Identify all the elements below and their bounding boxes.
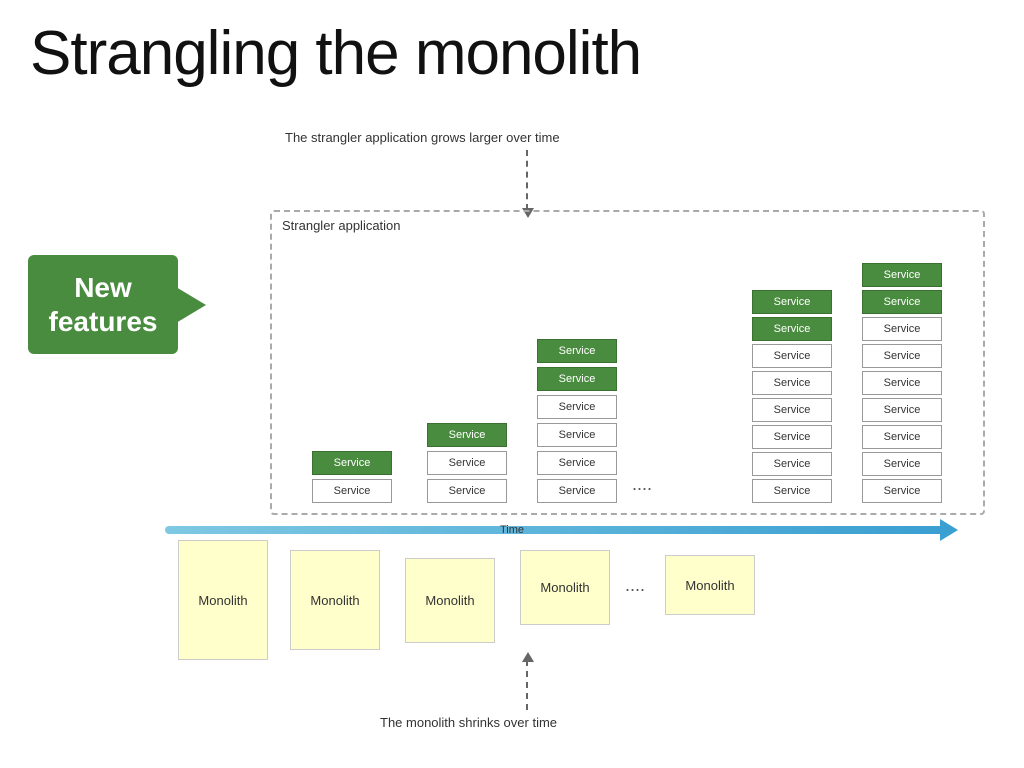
service-column-3: Service Service Service Service Service …	[537, 339, 617, 503]
service-box: Service	[862, 371, 942, 395]
service-box: Service	[537, 451, 617, 475]
service-box: Service	[862, 452, 942, 476]
time-arrow	[165, 516, 955, 536]
bottom-arrow	[526, 660, 528, 710]
time-arrow-line	[165, 526, 945, 534]
monolith-box-3: Monolith	[405, 558, 495, 643]
new-features-callout: Newfeatures	[28, 255, 178, 354]
service-box: Service	[752, 317, 832, 341]
service-box: Service	[427, 479, 507, 503]
service-box: Service	[752, 425, 832, 449]
monolith-box-5: Monolith	[665, 555, 755, 615]
service-box: Service	[312, 451, 392, 475]
monolith-box-2: Monolith	[290, 550, 380, 650]
service-box: Service	[752, 344, 832, 368]
strangler-application-box: Strangler application Service Service Se…	[270, 210, 985, 515]
bottom-label: The monolith shrinks over time	[380, 715, 557, 730]
service-box: Service	[862, 479, 942, 503]
service-column-4: Service Service Service Service Service …	[752, 290, 832, 503]
service-box: Service	[537, 423, 617, 447]
monolith-box-4: Monolith	[520, 550, 610, 625]
service-box: Service	[862, 398, 942, 422]
service-box: Service	[862, 344, 942, 368]
page-title: Strangling the monolith	[30, 18, 641, 89]
monolith-ellipsis: ....	[625, 575, 645, 596]
service-column-2: Service Service Service	[427, 423, 507, 503]
service-column-5: Service Service Service Service Service …	[862, 263, 942, 503]
service-box: Service	[537, 395, 617, 419]
service-box: Service	[427, 451, 507, 475]
service-box: Service	[752, 479, 832, 503]
service-box: Service	[862, 290, 942, 314]
service-box: Service	[537, 367, 617, 391]
subtitle-text: The strangler application grows larger o…	[285, 130, 560, 145]
strangler-label: Strangler application	[282, 218, 401, 233]
service-box: Service	[427, 423, 507, 447]
service-box: Service	[537, 339, 617, 363]
service-box: Service	[862, 263, 942, 287]
service-box: Service	[752, 290, 832, 314]
service-box: Service	[537, 479, 617, 503]
time-label: Time	[500, 524, 524, 536]
time-arrow-head	[940, 519, 958, 541]
service-column-1: Service Service	[312, 451, 392, 503]
monolith-box-1: Monolith	[178, 540, 268, 660]
service-box: Service	[862, 317, 942, 341]
ellipsis: ....	[632, 474, 652, 495]
service-box: Service	[752, 371, 832, 395]
service-box: Service	[752, 398, 832, 422]
service-box: Service	[862, 425, 942, 449]
service-box: Service	[312, 479, 392, 503]
subtitle-arrow	[526, 150, 528, 210]
service-box: Service	[752, 452, 832, 476]
